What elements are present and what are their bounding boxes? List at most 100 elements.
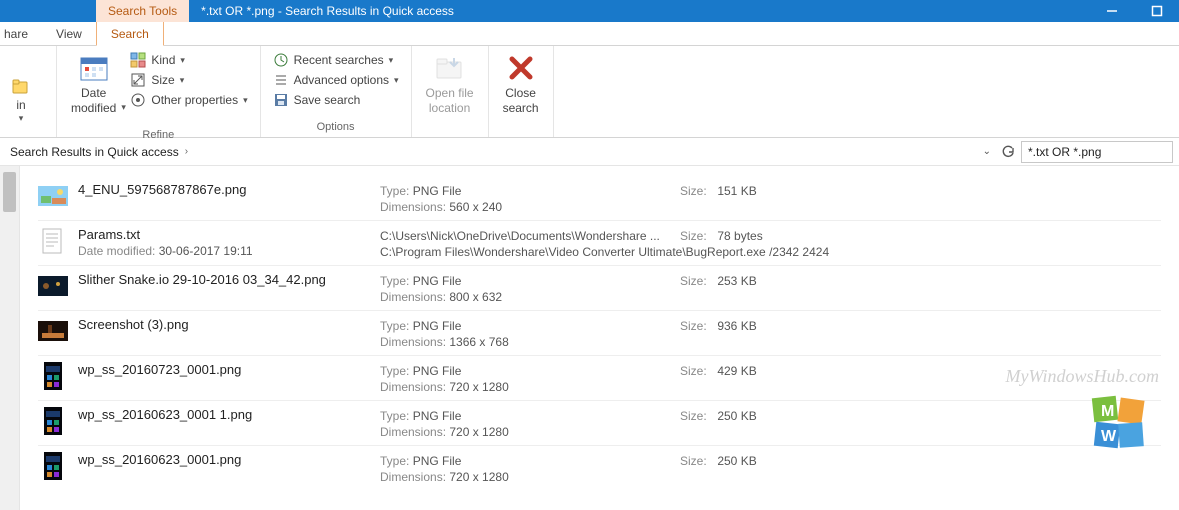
chevron-down-icon: ▾: [19, 113, 24, 124]
nav-pane-scrollbar[interactable]: [0, 166, 20, 510]
search-input[interactable]: *.txt OR *.png: [1021, 141, 1173, 163]
group-label-options: Options: [269, 119, 403, 137]
contextual-tab-search-tools[interactable]: Search Tools: [96, 0, 189, 22]
address-controls: ⌄: [983, 145, 1015, 159]
calendar-icon: [78, 52, 110, 84]
col-size: Size: 936 KB: [680, 317, 880, 333]
chevron-down-icon: ▾: [394, 75, 399, 86]
file-name: Params.txt: [78, 227, 370, 242]
breadcrumb-root[interactable]: Search Results in Quick access: [10, 145, 179, 159]
kind-icon: [130, 52, 146, 68]
group-label-refine: Refine: [65, 127, 252, 145]
search-in-button[interactable]: in ▾: [0, 50, 48, 124]
file-name: wp_ss_20160623_0001.png: [78, 452, 370, 467]
col-type: Type: PNG FileDimensions: 1366 x 768: [380, 317, 680, 349]
maximize-button[interactable]: [1134, 0, 1179, 22]
file-size: Size: 253 KB: [680, 274, 880, 288]
save-search-button[interactable]: Save search: [269, 90, 403, 110]
result-row[interactable]: wp_ss_20160723_0001.pngType: PNG File Dim…: [38, 356, 1161, 401]
col-name: wp_ss_20160623_0001 1.png: [78, 407, 380, 422]
result-row[interactable]: Slither Snake.io 29-10-2016 03_34_42.png…: [38, 266, 1161, 311]
file-size: Size: 250 KB: [680, 454, 880, 468]
file-dimensions: Dimensions: 560 x 240: [380, 200, 670, 214]
file-name: Slither Snake.io 29-10-2016 03_34_42.png: [78, 272, 370, 287]
search-in-label: in: [16, 98, 25, 113]
file-thumbnail: [38, 182, 68, 210]
recent-searches-label: Recent searches: [294, 53, 384, 67]
file-type: Type: PNG File: [380, 319, 670, 333]
file-type: Type: PNG File: [380, 274, 670, 288]
kind-label: Kind: [151, 53, 175, 67]
col-type: Type: PNG FileDimensions: 720 x 1280: [380, 407, 680, 439]
clock-icon: [273, 52, 289, 68]
file-dimensions: Dimensions: 720 x 1280: [380, 470, 670, 484]
other-properties-button[interactable]: Other properties ▾: [126, 90, 251, 110]
open-file-location-button: Open file location: [420, 50, 480, 116]
result-row[interactable]: 4_ENU_597568787867e.pngType: PNG FileDim…: [38, 176, 1161, 221]
close-search-button[interactable]: Close search: [497, 50, 545, 116]
advanced-options-button[interactable]: Advanced options ▾: [269, 70, 403, 90]
result-row[interactable]: wp_ss_20160623_0001 1.png Type: PNG FileD…: [38, 401, 1161, 446]
file-size: Size: 250 KB: [680, 409, 880, 423]
col-type: Type: PNG FileDimensions: 560 x 240: [380, 182, 680, 214]
chevron-right-icon[interactable]: ›: [185, 146, 188, 157]
result-row[interactable]: Params.txt Date modified: 30-06-2017 19:1…: [38, 221, 1161, 266]
open-file-location-label: Open file location: [426, 86, 474, 116]
file-dimensions: Dimensions: 800 x 632: [380, 290, 670, 304]
folder-open-icon: [434, 52, 466, 84]
file-thumbnail: [38, 272, 68, 300]
file-size: Size: 429 KB: [680, 364, 880, 378]
file-dimensions: Dimensions: 720 x 1280: [380, 380, 670, 394]
tab-view[interactable]: View: [42, 22, 96, 45]
results-list: MyWindowsHub.com M W 4_ENU_597568787867e…: [20, 166, 1179, 510]
file-path-extra: C:\Program Files\Wondershare\Video Conve…: [380, 245, 940, 259]
col-name: wp_ss_20160723_0001.png: [78, 362, 380, 377]
col-name: wp_ss_20160623_0001.png: [78, 452, 380, 467]
watermark-logo: M W: [1087, 391, 1149, 453]
col-size: Size: 78 bytes: [680, 227, 880, 243]
list-icon: [273, 72, 289, 88]
scrollbar-thumb[interactable]: [3, 172, 16, 212]
file-date-modified: Date modified: 30-06-2017 19:11: [78, 244, 370, 258]
ribbon-group-close: Close search: [489, 46, 554, 137]
breadcrumb[interactable]: Search Results in Quick access ›: [10, 145, 977, 159]
close-search-label: Close search: [503, 86, 539, 116]
file-thumbnail: [38, 317, 68, 345]
date-modified-button[interactable]: Date modified ▾: [65, 50, 122, 127]
file-path: C:\Users\Nick\OneDrive\Documents\Wonders…: [380, 229, 670, 243]
result-row[interactable]: Screenshot (3).png Type: PNG FileDimensio…: [38, 311, 1161, 356]
ribbon-group-refine: Date modified ▾ Kind ▾ Size ▾ Other prop…: [57, 46, 261, 137]
col-type: C:\Users\Nick\OneDrive\Documents\Wonders…: [380, 227, 680, 259]
search-input-value: *.txt OR *.png: [1028, 145, 1101, 159]
tab-search[interactable]: Search: [96, 22, 164, 46]
minimize-button[interactable]: [1089, 0, 1134, 22]
tab-share-partial[interactable]: hare: [0, 22, 42, 45]
ribbon-group-location: in ▾: [0, 46, 57, 137]
chevron-down-icon: ▾: [180, 55, 185, 66]
file-thumbnail: [38, 407, 68, 435]
chevron-down-icon: ▾: [389, 55, 394, 66]
chevron-down-icon: ▾: [243, 95, 248, 106]
history-dropdown-icon[interactable]: ⌄: [983, 146, 991, 157]
group-label-empty2: [497, 119, 545, 137]
chevron-down-icon: ▾: [121, 102, 126, 113]
file-type: Type: PNG File: [380, 364, 670, 378]
file-name: wp_ss_20160623_0001 1.png: [78, 407, 370, 422]
col-size: Size: 250 KB: [680, 407, 880, 423]
size-icon: [130, 72, 146, 88]
ribbon-group-open-location: Open file location: [412, 46, 489, 137]
size-button[interactable]: Size ▾: [126, 70, 251, 90]
kind-button[interactable]: Kind ▾: [126, 50, 251, 70]
file-size: Size: 151 KB: [680, 184, 880, 198]
file-type: Type: PNG File: [380, 409, 670, 423]
save-icon: [273, 92, 289, 108]
file-name: Screenshot (3).png: [78, 317, 370, 332]
recent-searches-button[interactable]: Recent searches ▾: [269, 50, 403, 70]
file-thumbnail: [38, 227, 68, 255]
result-row[interactable]: wp_ss_20160623_0001.pngType: PNG FileDim…: [38, 446, 1161, 490]
group-label-location: [0, 124, 48, 142]
col-name: Screenshot (3).png: [78, 317, 380, 332]
refresh-icon[interactable]: [1001, 145, 1015, 159]
watermark-text: MyWindowsHub.com: [1006, 366, 1159, 387]
content-area: MyWindowsHub.com M W 4_ENU_597568787867e…: [0, 166, 1179, 510]
